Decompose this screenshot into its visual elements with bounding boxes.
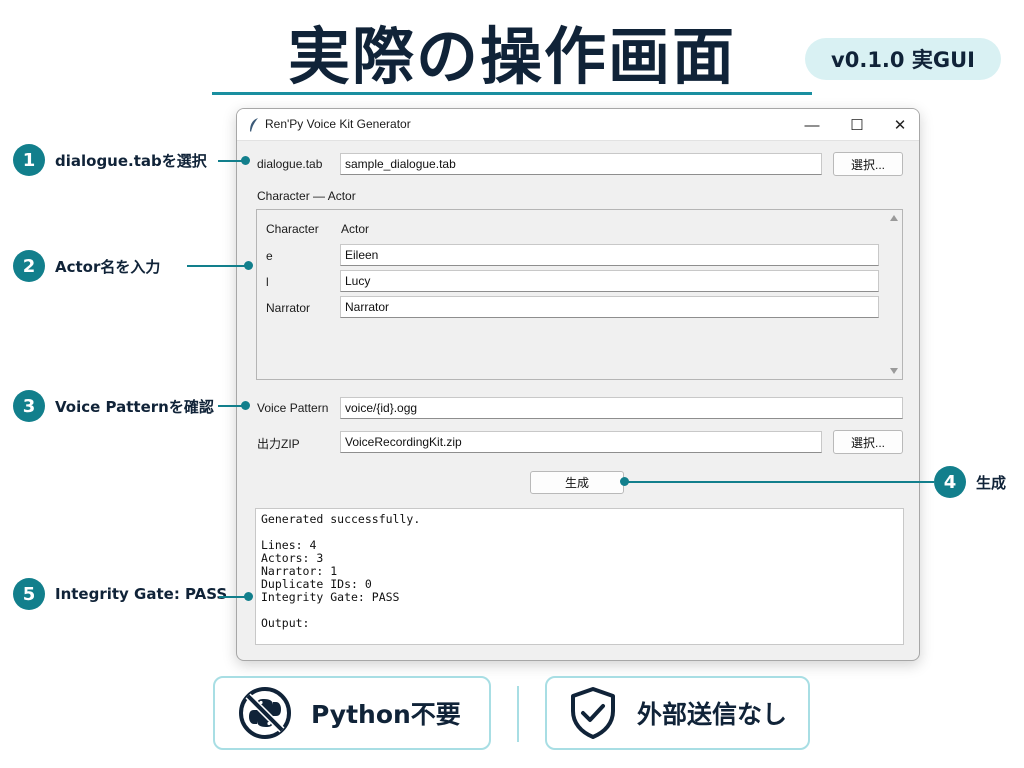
callout-text: 生成 <box>976 473 1007 492</box>
callout-4: 4 生成 <box>934 466 1006 498</box>
close-icon: ✕ <box>893 117 907 134</box>
callout-5: 5 Integrity Gate: PASS <box>13 578 227 610</box>
callout-5-dot <box>244 592 253 601</box>
close-button[interactable]: ✕ <box>878 109 919 141</box>
character-name: Narrator <box>266 301 311 315</box>
minimize-icon: — <box>804 116 820 134</box>
actor-column-header: Actor <box>341 222 370 236</box>
callout-text: Integrity Gate: PASS <box>55 585 228 603</box>
actor-input[interactable]: Lucy <box>340 270 879 292</box>
minimize-button[interactable]: — <box>790 109 834 141</box>
step-number: 2 <box>13 250 45 282</box>
output-zip-label: 出力ZIP <box>257 437 300 451</box>
badge-separator <box>517 686 519 742</box>
scroll-up-arrow-icon[interactable] <box>890 215 898 221</box>
version-badge: v0.1.0 実GUI <box>805 38 1001 80</box>
callout-1: 1 dialogue.tabを選択 <box>13 144 207 176</box>
callout-2-dot <box>244 261 253 270</box>
generate-button[interactable]: 生成 <box>530 471 624 494</box>
shield-check-icon <box>571 687 615 739</box>
python-free-badge: Python不要 <box>213 676 491 750</box>
feather-icon <box>250 118 258 132</box>
maximize-button[interactable]: ☐ <box>835 109 879 141</box>
title-underline <box>212 92 812 95</box>
callout-1-dot <box>241 156 250 165</box>
callout-4-dot <box>620 477 629 486</box>
voice-pattern-label: Voice Pattern <box>257 401 329 415</box>
step-number: 3 <box>13 390 45 422</box>
step-number: 4 <box>934 466 966 498</box>
title-bar[interactable]: Ren'Py Voice Kit Generator — ☐ ✕ <box>237 109 919 141</box>
output-zip-select-button[interactable]: 選択... <box>833 430 903 454</box>
dialogue-label: dialogue.tab <box>257 157 323 171</box>
character-name: e <box>266 249 273 263</box>
actor-input[interactable]: Narrator <box>340 296 879 318</box>
callout-text: Voice Patternを確認 <box>55 397 214 416</box>
character-name: l <box>266 275 269 289</box>
python-free-label: Python不要 <box>311 700 461 729</box>
no-python-icon <box>239 687 291 739</box>
callout-3-dot <box>241 401 250 410</box>
character-actor-section-label: Character — Actor <box>257 189 356 203</box>
output-zip-input[interactable]: VoiceRecordingKit.zip <box>340 431 822 453</box>
character-column-header: Character <box>266 222 319 236</box>
vertical-scrollbar[interactable] <box>886 210 902 379</box>
callout-2: 2 Actor名を入力 <box>13 250 160 282</box>
no-external-send-label: 外部送信なし <box>637 700 788 729</box>
voice-pattern-input[interactable]: voice/{id}.ogg <box>340 397 903 419</box>
output-log[interactable]: Generated successfully. Lines: 4 Actors:… <box>255 508 904 645</box>
scroll-down-arrow-icon[interactable] <box>890 368 898 374</box>
character-actor-table: Character Actor e Eileen l Lucy Narrator… <box>256 209 903 380</box>
dialogue-select-button[interactable]: 選択... <box>833 152 903 176</box>
callout-4-connector <box>624 481 934 483</box>
step-number: 1 <box>13 144 45 176</box>
actor-input[interactable]: Eileen <box>340 244 879 266</box>
callout-2-connector <box>187 265 249 267</box>
maximize-icon: ☐ <box>850 117 864 134</box>
app-window: Ren'Py Voice Kit Generator — ☐ ✕ dialogu… <box>236 108 920 661</box>
step-number: 5 <box>13 578 45 610</box>
dialogue-path-input[interactable]: sample_dialogue.tab <box>340 153 822 175</box>
callout-text: dialogue.tabを選択 <box>55 151 207 170</box>
callout-3: 3 Voice Patternを確認 <box>13 390 214 422</box>
window-title: Ren'Py Voice Kit Generator <box>265 117 411 131</box>
no-external-send-badge: 外部送信なし <box>545 676 810 750</box>
callout-text: Actor名を入力 <box>55 257 161 276</box>
